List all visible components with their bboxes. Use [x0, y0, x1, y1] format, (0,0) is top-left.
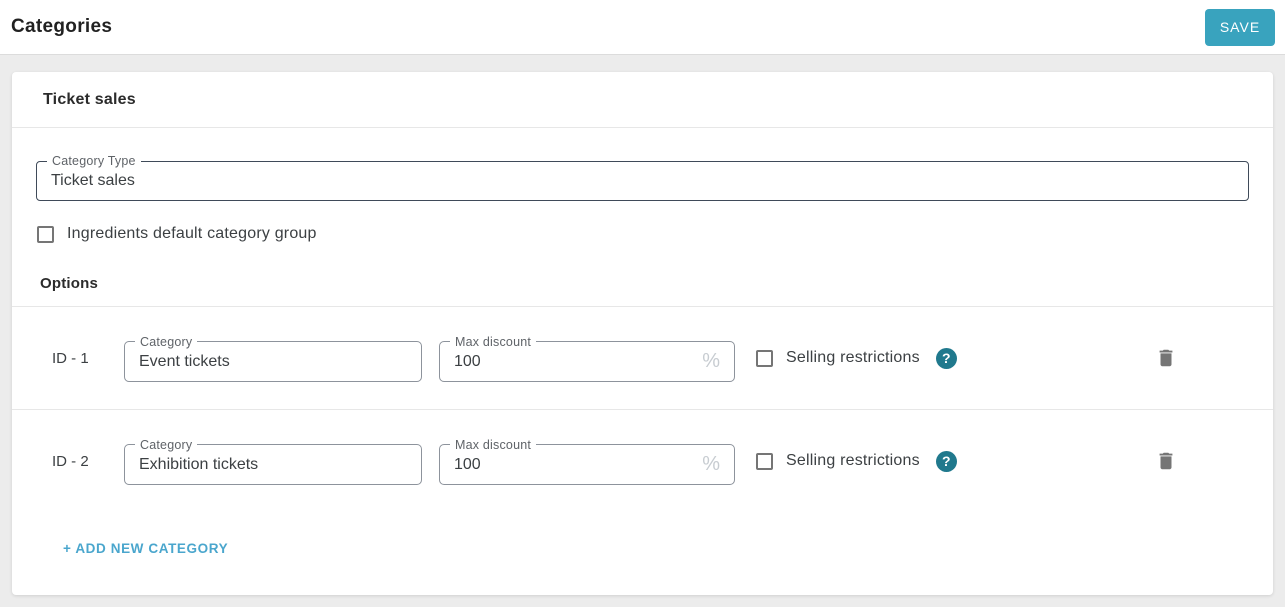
help-icon[interactable]: ? [935, 450, 957, 472]
top-bar: Categories SAVE [0, 0, 1285, 55]
percent-suffix: % [702, 453, 720, 475]
max-discount-label: Max discount [455, 334, 532, 349]
trash-icon [1159, 349, 1173, 367]
max-discount-field: Max discount % [439, 437, 735, 485]
category-type-field: Category Type [36, 154, 1249, 201]
category-label: Category [140, 437, 193, 452]
max-discount-input[interactable] [454, 455, 695, 474]
option-row: ID - 2 Category Max discount % Selling r… [12, 410, 1273, 512]
max-discount-input[interactable] [454, 352, 695, 371]
section-title: Ticket sales [43, 90, 136, 108]
selling-restrictions-checkbox[interactable] [756, 452, 773, 470]
ingredients-default-row: Ingredients default category group [37, 225, 1249, 243]
trash-icon [1159, 452, 1173, 470]
max-discount-label: Max discount [455, 437, 532, 452]
card-header: Ticket sales [12, 72, 1273, 128]
delete-row-button[interactable] [1153, 345, 1179, 371]
selling-restrictions-row: Selling restrictions [756, 452, 920, 470]
add-new-category-button[interactable]: + ADD NEW CATEGORY [63, 541, 228, 556]
max-discount-field: Max discount % [439, 334, 735, 382]
add-category-row: + ADD NEW CATEGORY [12, 512, 1273, 558]
option-row: ID - 1 Category Max discount % Selling r… [12, 307, 1273, 409]
selling-restrictions-label: Selling restrictions [786, 452, 920, 469]
ingredients-default-checkbox[interactable] [37, 225, 54, 243]
category-type-input[interactable] [51, 172, 1234, 190]
percent-suffix: % [702, 350, 720, 372]
category-type-block: Category Type Ingredients default catego… [12, 128, 1273, 306]
page-title: Categories [11, 16, 113, 37]
content-area: Ticket sales Category Type Ingredients d… [0, 55, 1285, 607]
category-input[interactable] [139, 455, 407, 474]
category-field: Category [124, 334, 422, 382]
help-icon[interactable]: ? [935, 347, 957, 369]
category-label: Category [140, 334, 193, 349]
option-id-label: ID - 2 [52, 452, 89, 470]
ingredients-default-label: Ingredients default category group [67, 225, 317, 242]
category-group-card: Ticket sales Category Type Ingredients d… [12, 72, 1273, 595]
option-id-label: ID - 1 [52, 349, 89, 367]
options-heading: Options [40, 275, 99, 292]
delete-row-button[interactable] [1153, 448, 1179, 474]
save-button[interactable]: SAVE [1205, 8, 1275, 46]
category-type-label: Category Type [52, 154, 136, 168]
category-input[interactable] [139, 352, 407, 371]
category-field: Category [124, 437, 422, 485]
selling-restrictions-label: Selling restrictions [786, 349, 920, 366]
selling-restrictions-row: Selling restrictions [756, 349, 920, 367]
selling-restrictions-checkbox[interactable] [756, 349, 773, 367]
